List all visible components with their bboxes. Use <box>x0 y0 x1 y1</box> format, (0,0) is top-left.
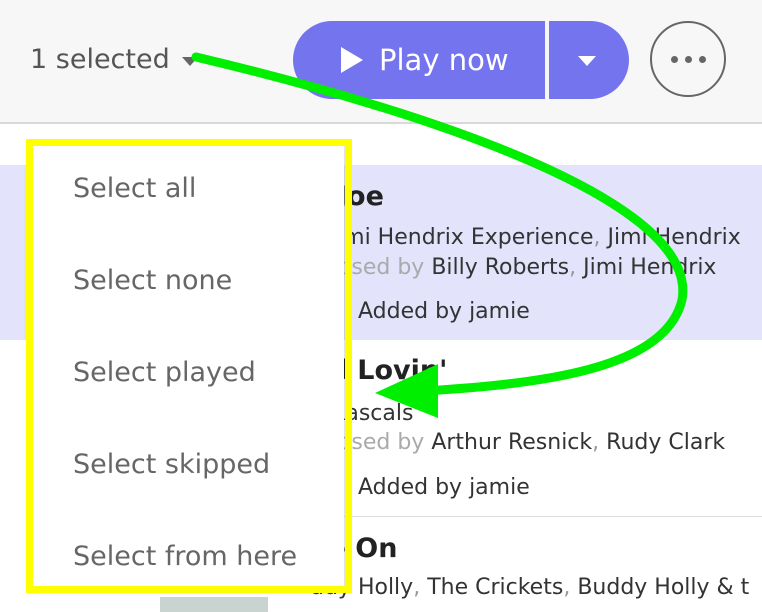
separator: , <box>593 225 608 250</box>
queue-toolbar: 1 selected Play now <box>0 0 762 124</box>
artist-link[interactable]: Jimi Hendrix Experience <box>331 225 594 250</box>
composer-link[interactable]: Rudy Clark <box>606 430 725 455</box>
added-by-label: Added by jamie <box>358 299 530 324</box>
track-composers: nposed by Arthur Resnick, Rudy Clark <box>310 430 725 455</box>
album-art-thumbnail <box>160 597 268 612</box>
more-options-button[interactable] <box>650 21 726 97</box>
menu-item-select-played[interactable]: Select played <box>73 357 256 388</box>
caret-down-icon <box>181 57 198 66</box>
track-composers: nposed by Billy Roberts, Jimi Hendrix <box>310 255 716 280</box>
artist-link[interactable]: Jimi Hendrix <box>608 225 741 250</box>
selection-menu: Select all Select none Select played Sel… <box>30 143 344 588</box>
composer-link[interactable]: Jimi Hendrix <box>583 255 716 280</box>
selected-count-label: 1 selected <box>30 44 170 75</box>
composer-link[interactable]: Arthur Resnick <box>431 430 592 455</box>
separator: , <box>413 575 428 600</box>
separator: , <box>592 430 607 455</box>
separator: , <box>563 575 578 600</box>
play-now-button[interactable]: Play now <box>293 21 545 99</box>
selection-dropdown[interactable]: 1 selected <box>30 44 198 75</box>
menu-item-select-from-here[interactable]: Select from here <box>73 541 297 572</box>
more-dot-icon <box>698 55 706 63</box>
play-options-button[interactable] <box>549 21 629 99</box>
menu-item-select-skipped[interactable]: Select skipped <box>73 449 270 480</box>
menu-item-select-none[interactable]: Select none <box>73 265 232 296</box>
chevron-down-icon <box>578 56 596 66</box>
play-now-label: Play now <box>379 43 509 77</box>
composer-link[interactable]: Billy Roberts <box>431 255 569 280</box>
more-dot-icon <box>684 55 692 63</box>
artist-link[interactable]: Buddy Holly & t <box>577 575 749 600</box>
artist-link[interactable]: The Crickets <box>427 575 563 600</box>
play-icon <box>341 47 363 73</box>
added-by-label: Added by jamie <box>358 475 530 500</box>
track-artists: ddy Holly, The Crickets, Buddy Holly & t <box>310 575 749 600</box>
separator: , <box>569 255 584 280</box>
more-dot-icon <box>670 55 678 63</box>
menu-item-select-all[interactable]: Select all <box>73 173 196 204</box>
track-artists: e Jimi Hendrix Experience, Jimi Hendrix <box>310 225 741 250</box>
